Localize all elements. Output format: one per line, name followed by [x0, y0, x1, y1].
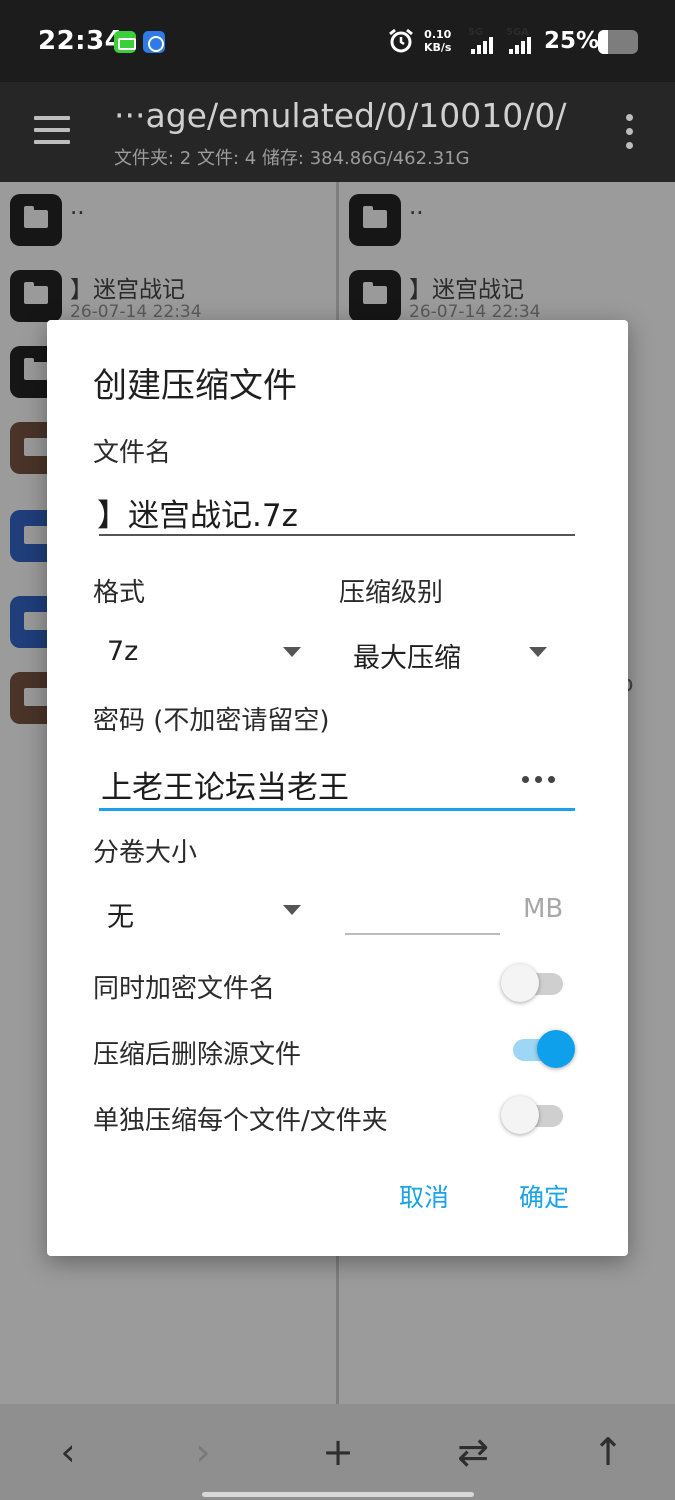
app-bar: ···age/emulated/0/10010/0/ 文件夹: 2 文件: 4 … — [0, 82, 675, 182]
filename-underline — [99, 534, 575, 536]
current-path: ···age/emulated/0/10010/0/ — [114, 96, 567, 135]
compress-separately-toggle[interactable] — [499, 1096, 575, 1136]
forward-icon[interactable]: › — [175, 1424, 231, 1480]
signal-5g-icon: 5G — [468, 27, 500, 54]
dropdown-arrow-icon — [283, 905, 301, 915]
delete-source-toggle[interactable] — [499, 1030, 575, 1070]
ok-button[interactable]: 确定 — [519, 1178, 569, 1214]
filename-label: 文件名 — [93, 438, 172, 468]
password-underline — [99, 808, 575, 811]
folder-stats: 文件夹: 2 文件: 4 储存: 384.86G/462.31G — [114, 148, 470, 169]
notification-app-icon — [114, 31, 136, 53]
delete-source-label: 压缩后删除源文件 — [93, 1040, 302, 1070]
add-icon[interactable]: + — [310, 1424, 366, 1480]
swap-panes-icon[interactable]: ⇄ — [445, 1424, 501, 1480]
folder-icon — [10, 270, 62, 322]
dialog-title: 创建压缩文件 — [93, 366, 297, 406]
compression-level-label: 压缩级别 — [339, 578, 444, 608]
folder-icon — [10, 194, 62, 246]
encrypt-filenames-label: 同时加密文件名 — [93, 974, 276, 1004]
filename-input[interactable]: 】迷宫战记.7z — [97, 490, 298, 535]
split-size-label: 分卷大小 — [93, 838, 198, 868]
status-time: 22:34 — [38, 26, 124, 56]
folder-icon — [349, 194, 401, 246]
create-archive-dialog: 创建压缩文件 文件名 】迷宫战记.7z 格式 压缩级别 7z 最大压缩 密码 (… — [47, 320, 628, 1256]
more-options-icon[interactable] — [620, 114, 640, 150]
list-item[interactable]: .. — [0, 182, 336, 258]
up-directory-icon[interactable]: ↑ — [580, 1424, 636, 1480]
encrypt-filenames-toggle[interactable] — [499, 964, 575, 1004]
bottom-toolbar: ‹ › + ⇄ ↑ — [0, 1404, 675, 1500]
compress-separately-label: 单独压缩每个文件/文件夹 — [93, 1106, 388, 1136]
split-size-unit: MB — [523, 894, 564, 924]
signal-5ga-icon: 5GA — [506, 27, 538, 54]
status-bar: 22:34 0.10 KB/s 5G 5GA 25% — [0, 0, 675, 82]
dropdown-arrow-icon — [283, 647, 301, 657]
dropdown-arrow-icon — [529, 647, 547, 657]
battery-percent: 25% — [544, 28, 600, 54]
home-indicator[interactable] — [202, 1492, 474, 1497]
alarm-icon — [389, 28, 413, 53]
password-input[interactable]: 上老王论坛当老王 — [101, 762, 349, 807]
password-label: 密码 (不加密请留空) — [93, 706, 330, 736]
list-item[interactable]: .. — [339, 182, 675, 258]
cancel-button[interactable]: 取消 — [399, 1178, 449, 1214]
network-speed: 0.10 KB/s — [424, 28, 452, 54]
split-size-underline — [345, 933, 500, 935]
back-icon[interactable]: ‹ — [40, 1424, 96, 1480]
password-visibility-icon[interactable] — [522, 776, 556, 786]
format-label: 格式 — [93, 578, 146, 608]
menu-icon[interactable] — [34, 116, 70, 144]
folder-icon — [349, 270, 401, 322]
notification-cloud-icon — [143, 31, 165, 53]
battery-icon — [598, 30, 638, 54]
